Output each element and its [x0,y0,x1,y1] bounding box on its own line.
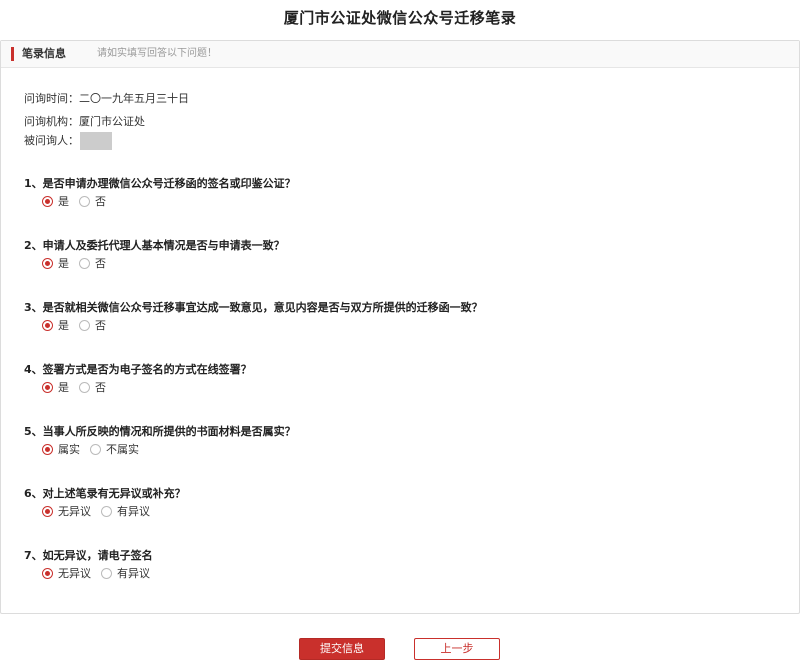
page-title: 厦门市公证处微信公众号迁移笔录 [283,9,517,27]
option-label: 是 [58,319,69,332]
question-5-option-true[interactable]: 属实 [42,441,80,457]
radio-unchecked-icon[interactable] [79,319,90,331]
radio-checked-icon[interactable] [42,257,53,269]
question-7-option-no-objection[interactable]: 无异议 [42,565,91,581]
question-5-option-false[interactable]: 不属实 [90,441,139,457]
option-label: 属实 [58,443,80,456]
inquiry-person: 被问询人： [24,132,112,150]
radio-checked-icon[interactable] [42,567,53,579]
header-accent-bar [11,47,14,61]
question-7: 7、如无异议，请电子签名 [24,549,153,562]
panel-header-title: 笔录信息 [22,47,66,60]
inquiry-org-value: 厦门市公证处 [79,115,145,128]
question-2: 2、申请人及委托代理人基本情况是否与申请表一致？ [24,239,285,252]
inquiry-time-label: 问询时间： [24,92,79,105]
radio-unchecked-icon[interactable] [101,505,112,517]
question-1-options: 是 否 [42,193,116,209]
question-6-options: 无异议 有异议 [42,503,160,519]
option-label: 否 [95,381,106,394]
radio-unchecked-icon[interactable] [79,195,90,207]
panel-header: 笔录信息 请如实填写回答以下问题！ [1,41,799,68]
question-5-options: 属实 不属实 [42,441,149,457]
option-label: 是 [58,381,69,394]
radio-unchecked-icon[interactable] [79,381,90,393]
question-2-option-no[interactable]: 否 [79,255,106,271]
question-4: 4、签署方式是否为电子签名的方式在线签署？ [24,363,252,376]
radio-checked-icon[interactable] [42,505,53,517]
question-2-options: 是 否 [42,255,116,271]
question-4-option-no[interactable]: 否 [79,379,106,395]
radio-checked-icon[interactable] [42,319,53,331]
question-3-option-no[interactable]: 否 [79,317,106,333]
question-2-option-yes[interactable]: 是 [42,255,69,271]
inquiry-org-label: 问询机构： [24,115,79,128]
option-label: 无异议 [58,567,91,580]
inquiry-org: 问询机构：厦门市公证处 [24,113,145,129]
radio-checked-icon[interactable] [42,381,53,393]
question-1-option-no[interactable]: 否 [79,193,106,209]
option-label: 是 [58,195,69,208]
question-6: 6、对上述笔录有无异议或补充？ [24,487,186,500]
previous-step-button[interactable]: 上一步 [414,638,500,660]
question-3-option-yes[interactable]: 是 [42,317,69,333]
radio-unchecked-icon[interactable] [90,443,101,455]
option-label: 否 [95,195,106,208]
question-3: 3、是否就相关微信公众号迁移事宜达成一致意见，意见内容是否与双方所提供的迁移函一… [24,301,483,314]
question-5: 5、当事人所反映的情况和所提供的书面材料是否属实？ [24,425,296,438]
question-4-options: 是 否 [42,379,116,395]
radio-checked-icon[interactable] [42,443,53,455]
question-6-option-no-objection[interactable]: 无异议 [42,503,91,519]
option-label: 否 [95,257,106,270]
radio-unchecked-icon[interactable] [79,257,90,269]
panel-header-hint: 请如实填写回答以下问题！ [97,48,217,59]
radio-unchecked-icon[interactable] [101,567,112,579]
option-label: 是 [58,257,69,270]
question-6-option-objection[interactable]: 有异议 [101,503,150,519]
option-label: 有异议 [117,567,150,580]
radio-checked-icon[interactable] [42,195,53,207]
question-7-options: 无异议 有异议 [42,565,160,581]
redacted-name [80,132,112,150]
question-1-option-yes[interactable]: 是 [42,193,69,209]
submit-button[interactable]: 提交信息 [299,638,385,660]
option-label: 否 [95,319,106,332]
question-4-option-yes[interactable]: 是 [42,379,69,395]
inquiry-person-label: 被问询人： [24,134,79,147]
question-1: 1、是否申请办理微信公众号迁移函的签名或印鉴公证？ [24,177,296,190]
inquiry-time-value: 二〇一九年五月三十日 [79,92,189,105]
question-7-option-objection[interactable]: 有异议 [101,565,150,581]
option-label: 无异议 [58,505,91,518]
inquiry-time: 问询时间：二〇一九年五月三十日 [24,90,189,106]
option-label: 不属实 [106,443,139,456]
option-label: 有异议 [117,505,150,518]
question-3-options: 是 否 [42,317,116,333]
